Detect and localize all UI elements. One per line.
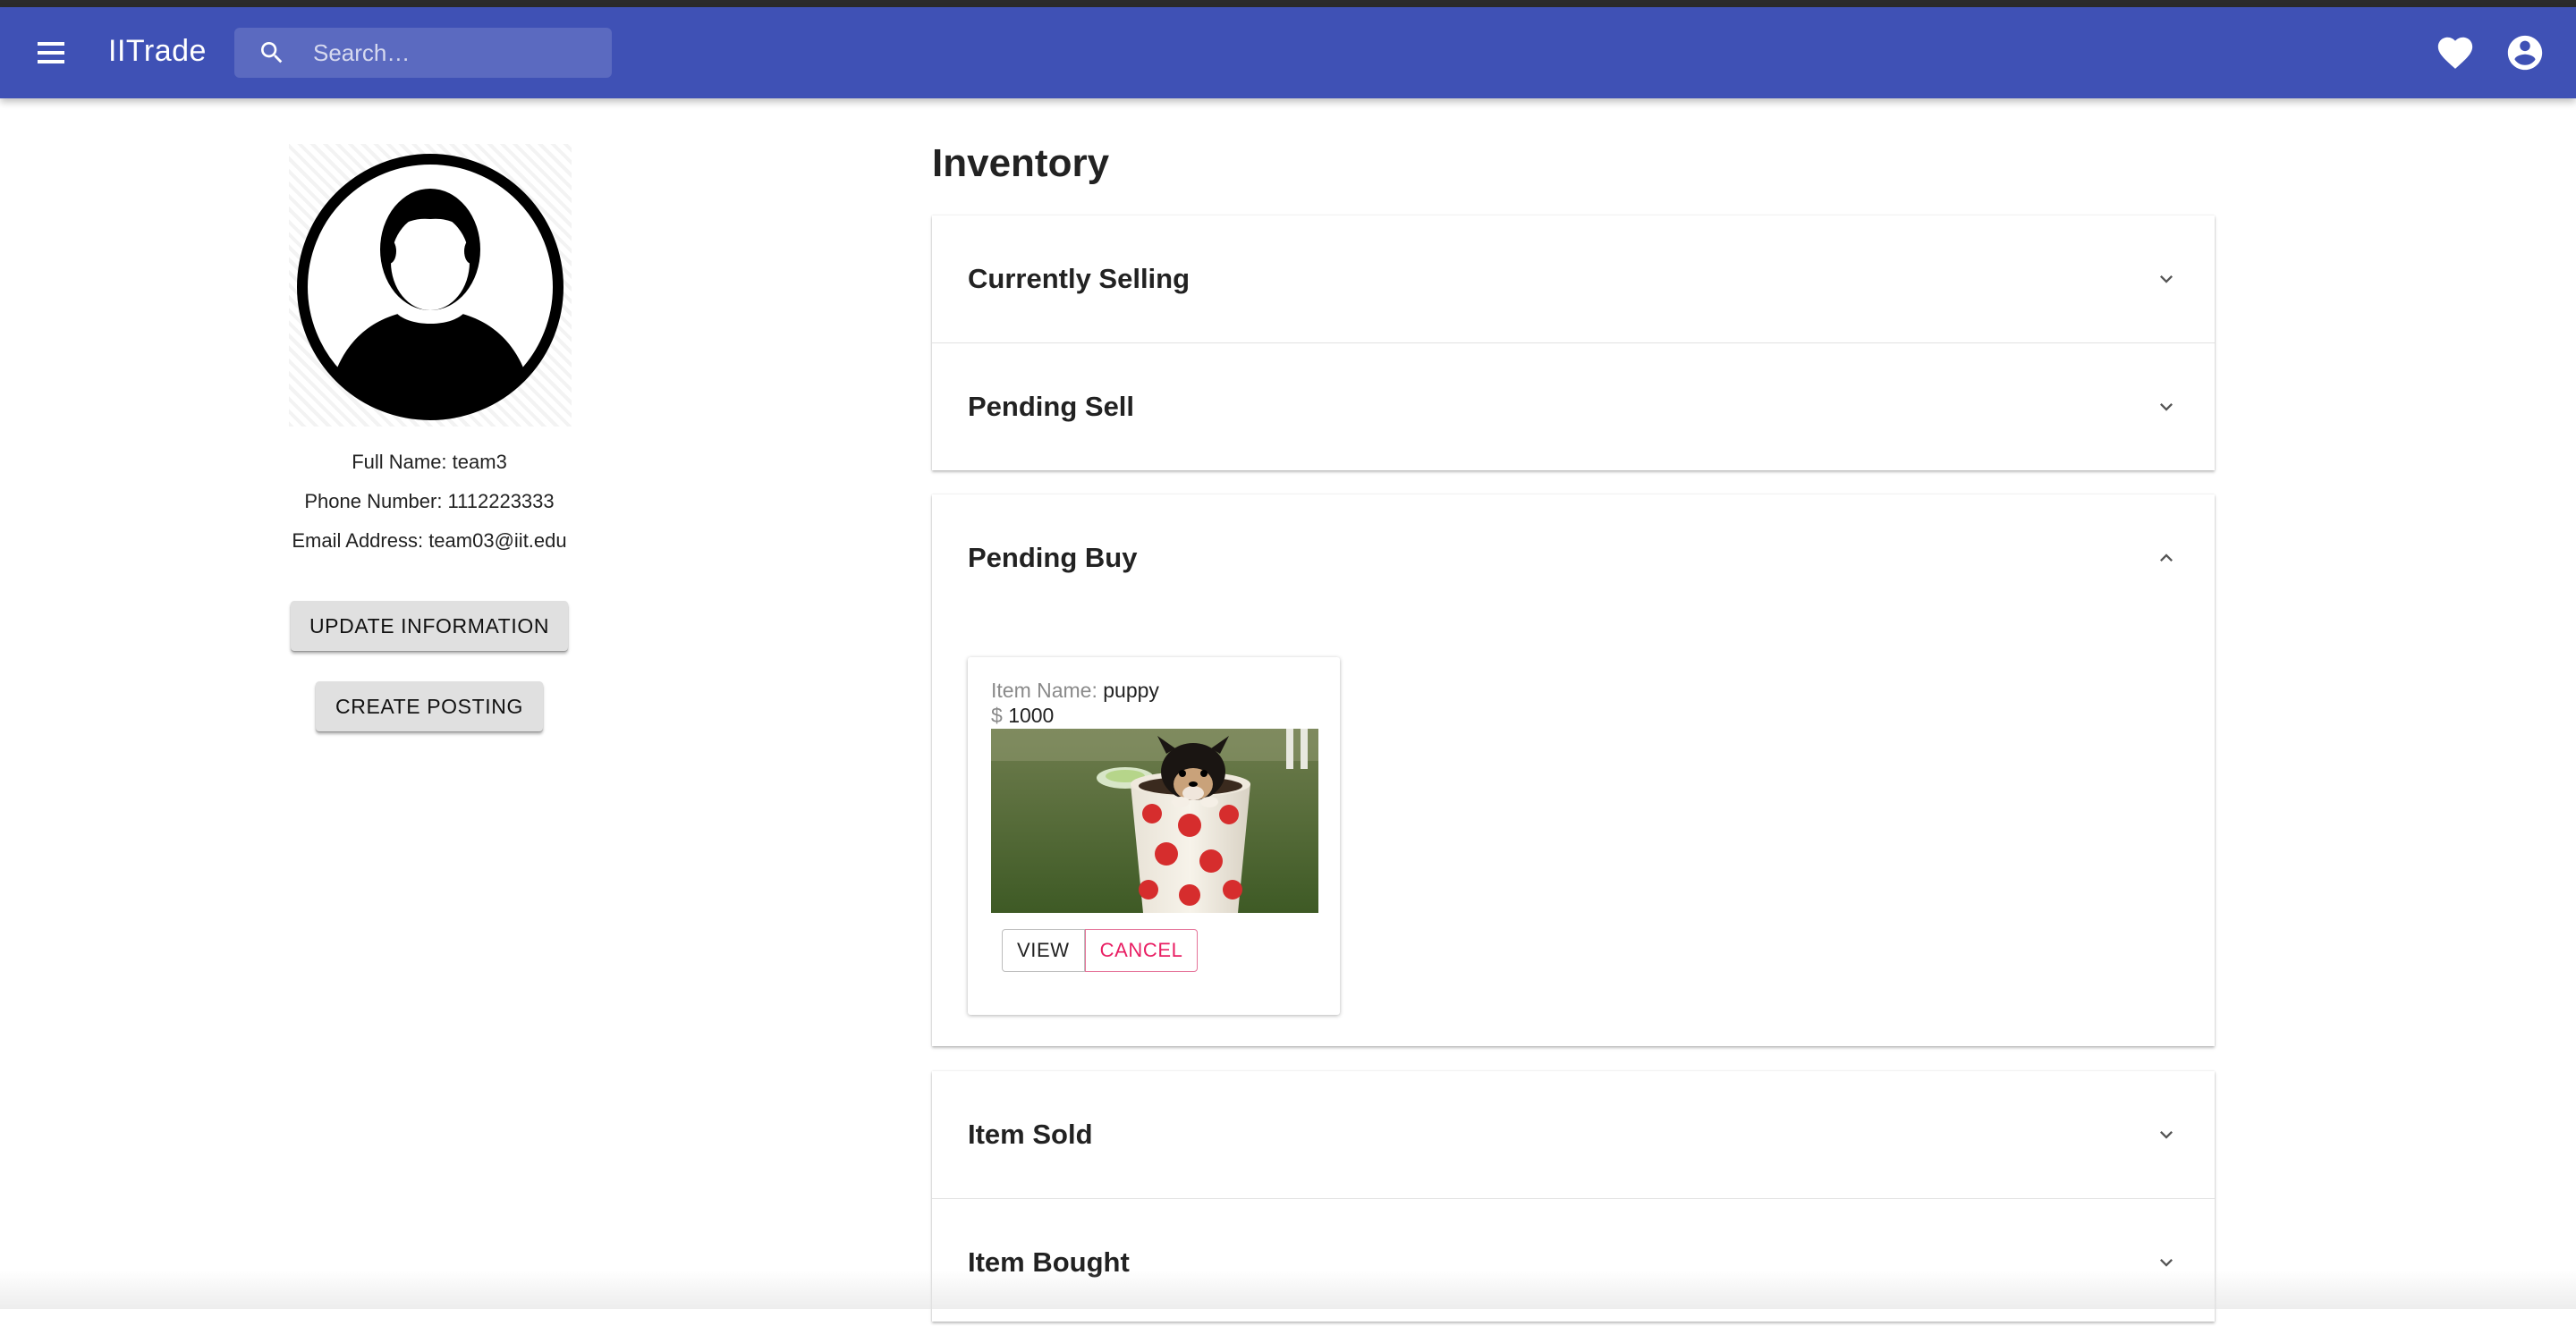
create-posting-button[interactable]: CREATE POSTING <box>316 681 543 731</box>
price-value: 1000 <box>1008 704 1055 727</box>
item-image <box>991 729 1318 913</box>
section-currently-selling[interactable]: Currently Selling <box>932 215 2215 342</box>
section-item-sold[interactable]: Item Sold <box>932 1071 2215 1198</box>
avatar <box>289 144 572 427</box>
chevron-down-icon <box>2160 403 2173 411</box>
chevron-up-icon <box>2160 553 2173 562</box>
section-pending-buy: Pending Buy Item Name: puppy $ 1000 VIEW… <box>932 494 2215 1046</box>
menu-icon[interactable] <box>29 30 73 75</box>
cancel-button[interactable]: CANCEL <box>1084 929 1199 972</box>
full-name-text: Full Name: team3 <box>352 451 507 473</box>
heart-icon[interactable] <box>2435 32 2476 73</box>
search-input[interactable] <box>313 28 599 78</box>
section-title: Pending Buy <box>968 542 1138 573</box>
search-icon <box>261 42 283 63</box>
item-actions: VIEW CANCEL <box>1002 929 1199 972</box>
search-box <box>234 28 612 78</box>
inventory-panel-top: Currently Selling Pending Sell <box>932 215 2215 470</box>
item-name: Item Name: puppy <box>991 679 1159 703</box>
user-silhouette-icon <box>297 154 564 420</box>
app-bar: IITrade <box>0 7 2576 98</box>
phone-number-text: Phone Number: 1112223333 <box>304 490 555 512</box>
brand-title: IITrade <box>108 34 207 68</box>
section-title: Currently Selling <box>968 263 1191 294</box>
chevron-down-icon <box>2160 1131 2173 1139</box>
bottom-fade <box>0 1270 2576 1309</box>
currency-symbol: $ <box>991 704 1003 727</box>
chevron-down-icon <box>2160 275 2173 283</box>
account-circle-icon[interactable] <box>2504 32 2546 73</box>
section-pending-buy-header[interactable]: Pending Buy <box>932 494 2215 621</box>
item-name-value: puppy <box>1103 679 1159 702</box>
view-button[interactable]: VIEW <box>1002 929 1085 972</box>
item-name-label: Item Name: <box>991 679 1097 702</box>
window-top-strip <box>0 0 2576 7</box>
section-title: Item Sold <box>968 1119 1093 1150</box>
email-address-text: Email Address: team03@iit.edu <box>292 529 567 552</box>
item-card: Item Name: puppy $ 1000 VIEW CANCEL <box>968 657 1340 1015</box>
update-information-button[interactable]: UPDATE INFORMATION <box>291 601 568 651</box>
section-title: Pending Sell <box>968 391 1135 422</box>
item-price: $ 1000 <box>991 704 1054 728</box>
section-pending-sell[interactable]: Pending Sell <box>932 342 2215 469</box>
page-title: Inventory <box>932 141 1110 185</box>
